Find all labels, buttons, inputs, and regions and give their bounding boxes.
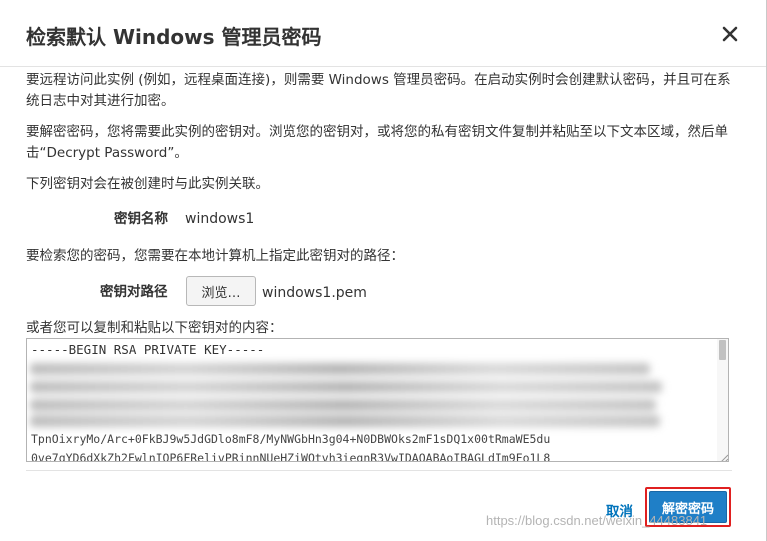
retrieve-password-dialog: 检索默认 Windows 管理员密码 要远程访问此实例 (例如，远程桌面连接)，… — [0, 0, 767, 541]
redacted-line — [30, 381, 662, 393]
keypair-association-text: 下列密钥对会在被创建时与此实例关联。 — [26, 176, 269, 192]
selected-file-name: windows1.pem — [262, 285, 367, 301]
intro-text: 要远程访问此实例 (例如，远程桌面连接)，则需要 Windows 管理员密码。在… — [26, 72, 731, 109]
key-name-value: windows1 — [185, 211, 255, 227]
key-name-row: 密钥名称 windows1 — [26, 209, 732, 231]
footer-divider — [26, 470, 732, 471]
paste-instructions: 或者您可以复制和粘贴以下密钥对的内容： — [26, 320, 283, 336]
close-icon[interactable] — [718, 22, 742, 46]
path-instructions: 要检索您的密码，您需要在本地计算机上指定此密钥对的路径： — [26, 248, 404, 264]
dialog-title: 检索默认 Windows 管理员密码 — [26, 25, 322, 49]
dialog-header: 检索默认 Windows 管理员密码 — [0, 0, 766, 67]
watermark-text: https://blog.csdn.net/weixin_44483841 — [486, 513, 708, 528]
key-name-label: 密钥名称 — [114, 211, 168, 227]
resize-grip-icon[interactable] — [717, 449, 728, 461]
textarea-scrollbar[interactable] — [717, 339, 728, 461]
key-path-label: 密钥对路径 — [100, 284, 168, 300]
key-path-row: 密钥对路径 浏览… windows1.pem — [26, 275, 732, 307]
redacted-line — [30, 399, 656, 411]
redacted-line — [30, 363, 650, 375]
private-key-textarea-box: -----BEGIN RSA PRIVATE KEY----- TpnOixry… — [26, 338, 729, 462]
scrollbar-thumb[interactable] — [719, 340, 726, 360]
decrypt-instructions: 要解密密码，您将需要此实例的密钥对。浏览您的密钥对，或将您的私有密钥文件复制并粘… — [26, 124, 728, 161]
browse-button[interactable]: 浏览… — [186, 276, 256, 306]
key-line-partial: TpnOixryMo/Arc+0FkBJ9w5JdGDlo8mF8/MyNWGb… — [31, 432, 551, 446]
redacted-line — [30, 415, 660, 427]
redacted-key-lines — [30, 361, 716, 429]
key-line-partial: 0ve7gYD6dXkZh2FwlnIOP6FRelivPRinnNUeHZiW… — [31, 451, 551, 462]
